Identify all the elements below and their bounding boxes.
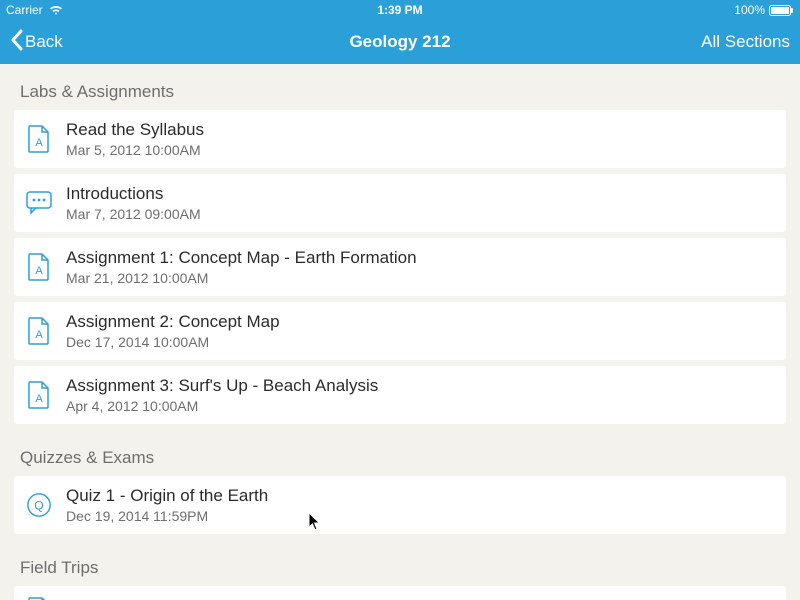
item-subtitle: Dec 19, 2014 11:59PM (66, 508, 268, 524)
discussion-icon (26, 188, 52, 218)
assignment-icon: A (26, 124, 52, 154)
list-item[interactable]: Introductions Mar 7, 2012 09:00AM (14, 174, 786, 232)
item-title: Read the Syllabus (66, 120, 204, 140)
status-bar: Carrier 1:39 PM 100% (0, 0, 800, 20)
item-title: Introductions (66, 184, 201, 204)
svg-text:A: A (35, 329, 43, 341)
item-title: Assignment 2: Concept Map (66, 312, 280, 332)
assignment-icon: A (26, 596, 52, 600)
status-right: 100% (734, 3, 794, 17)
list-item[interactable]: A Assignment 3: Surf's Up - Beach Analys… (14, 366, 786, 424)
nav-bar: Back Geology 212 All Sections (0, 20, 800, 64)
list-labs: A Read the Syllabus Mar 5, 2012 10:00AM … (0, 110, 800, 424)
svg-text:A: A (35, 137, 43, 149)
status-time: 1:39 PM (377, 3, 422, 17)
section-header-quizzes: Quizzes & Exams (0, 430, 800, 476)
page-title: Geology 212 (349, 32, 450, 52)
list-field-trips: A Field Trip Group Sign-Up (0, 586, 800, 600)
list-item[interactable]: A Assignment 2: Concept Map Dec 17, 2014… (14, 302, 786, 360)
item-title: Quiz 1 - Origin of the Earth (66, 486, 268, 506)
quiz-icon: Q (26, 490, 52, 520)
svg-text:A: A (35, 393, 43, 405)
assignment-icon: A (26, 252, 52, 282)
all-sections-button[interactable]: All Sections (701, 32, 790, 52)
item-subtitle: Mar 7, 2012 09:00AM (66, 206, 201, 222)
svg-text:A: A (35, 265, 43, 277)
list-item[interactable]: Q Quiz 1 - Origin of the Earth Dec 19, 2… (14, 476, 786, 534)
assignment-icon: A (26, 380, 52, 410)
section-header-labs: Labs & Assignments (0, 64, 800, 110)
back-button[interactable]: Back (10, 29, 63, 56)
item-subtitle: Mar 21, 2012 10:00AM (66, 270, 417, 286)
list-item[interactable]: A Read the Syllabus Mar 5, 2012 10:00AM (14, 110, 786, 168)
item-subtitle: Dec 17, 2014 10:00AM (66, 334, 280, 350)
chevron-left-icon (10, 29, 23, 56)
list-quizzes: Q Quiz 1 - Origin of the Earth Dec 19, 2… (0, 476, 800, 534)
carrier-label: Carrier (6, 3, 43, 17)
list-item[interactable]: A Field Trip Group Sign-Up (14, 586, 786, 600)
list-item[interactable]: A Assignment 1: Concept Map - Earth Form… (14, 238, 786, 296)
item-title: Assignment 1: Concept Map - Earth Format… (66, 248, 417, 268)
battery-percent: 100% (734, 3, 765, 17)
item-subtitle: Apr 4, 2012 10:00AM (66, 398, 378, 414)
item-subtitle: Mar 5, 2012 10:00AM (66, 142, 204, 158)
section-header-field-trips: Field Trips (0, 540, 800, 586)
battery-icon (769, 5, 794, 16)
back-label: Back (25, 32, 63, 52)
svg-text:Q: Q (34, 499, 43, 513)
status-left: Carrier (6, 3, 63, 17)
wifi-icon (49, 5, 63, 15)
content-scroll[interactable]: Labs & Assignments A Read the Syllabus M… (0, 64, 800, 600)
assignment-icon: A (26, 316, 52, 346)
item-title: Assignment 3: Surf's Up - Beach Analysis (66, 376, 378, 396)
